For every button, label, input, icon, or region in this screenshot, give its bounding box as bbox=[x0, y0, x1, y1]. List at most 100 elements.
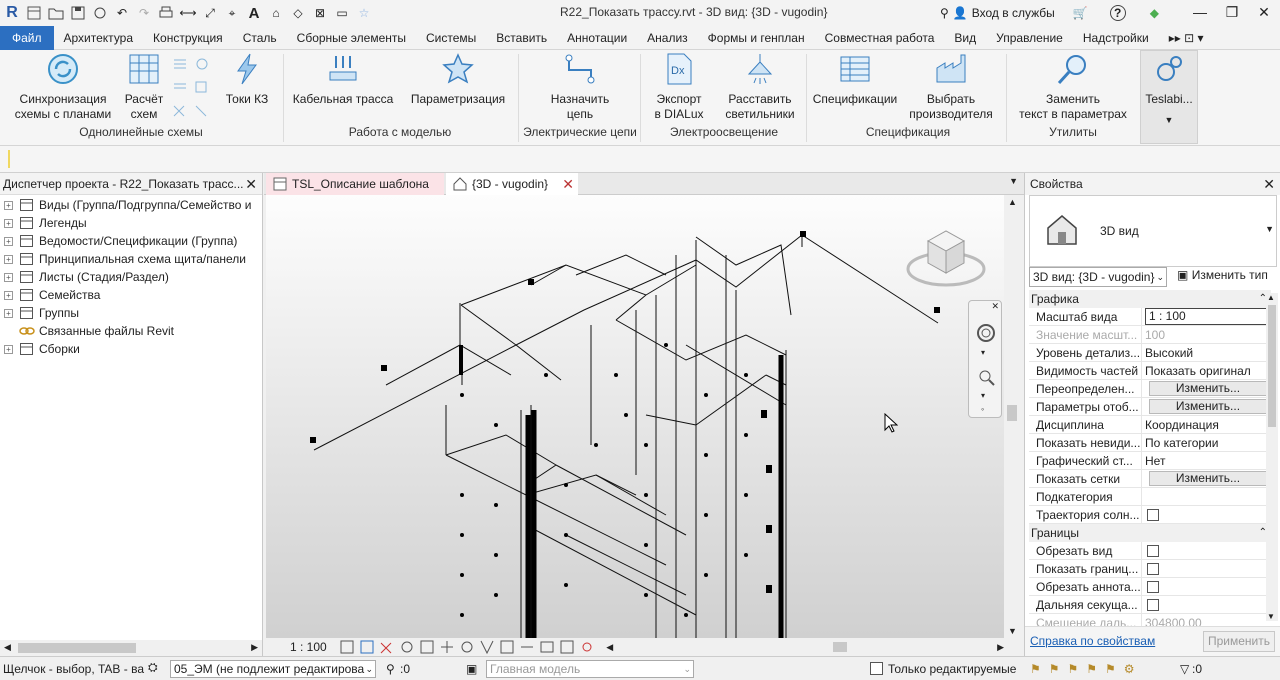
property-value[interactable]: По категории bbox=[1141, 434, 1271, 452]
panel-expand-icon[interactable]: ▼ bbox=[1142, 113, 1196, 128]
property-value[interactable] bbox=[1141, 488, 1271, 506]
close-icon[interactable]: ✕ bbox=[1263, 176, 1275, 193]
property-checkbox[interactable] bbox=[1147, 509, 1159, 521]
tab-ribbon-4[interactable]: Сборные элементы bbox=[287, 26, 416, 50]
close-hidden-icon[interactable]: ⊠ bbox=[312, 5, 328, 21]
viewbar-scroll-left-icon[interactable]: ◀ bbox=[606, 642, 613, 653]
tree-item[interactable]: + Группы bbox=[0, 304, 262, 322]
expand-icon[interactable]: + bbox=[4, 272, 13, 282]
apply-button[interactable]: Применить bbox=[1203, 631, 1275, 652]
tab-overflow-icon[interactable]: ▼ bbox=[1009, 176, 1018, 186]
view-scale[interactable]: 1 : 100 bbox=[266, 640, 339, 654]
worksets-icon[interactable]: ⛭ bbox=[148, 660, 158, 675]
tab-ribbon-7[interactable]: Аннотации bbox=[557, 26, 637, 50]
tab-ribbon-9[interactable]: Формы и генплан bbox=[698, 26, 815, 50]
tab-ribbon-12[interactable]: Управление bbox=[986, 26, 1073, 50]
sync-icon[interactable] bbox=[92, 5, 108, 21]
tab-ribbon-10[interactable]: Совместная работа bbox=[815, 26, 945, 50]
expand-icon[interactable]: + bbox=[4, 254, 13, 264]
revit-logo-icon[interactable]: R bbox=[4, 4, 20, 21]
tree-item[interactable]: + Сборки bbox=[0, 340, 262, 358]
zoom-dropdown-icon[interactable]: ▾ bbox=[981, 391, 985, 400]
specifications-button[interactable]: Спецификации bbox=[812, 52, 898, 107]
tab-ribbon-1[interactable]: Архитектура bbox=[54, 26, 144, 50]
view-control-icons[interactable] bbox=[339, 639, 600, 655]
property-checkbox[interactable] bbox=[1147, 581, 1159, 593]
properties-help-link[interactable]: Справка по свойствам bbox=[1030, 634, 1155, 648]
cart-icon[interactable]: 🛒 bbox=[1073, 6, 1088, 20]
tree-item[interactable]: + Принципиальная схема щита/панели bbox=[0, 250, 262, 268]
property-value[interactable]: Нет bbox=[1141, 452, 1271, 470]
parametrize-button[interactable]: Параметризация bbox=[410, 52, 506, 107]
tab-3d-view[interactable]: {3D - vugodin} ✕ bbox=[446, 173, 578, 195]
tree-item[interactable]: + Легенды bbox=[0, 214, 262, 232]
browser-hscrollbar[interactable]: ◀ ▶ bbox=[0, 640, 262, 656]
minimize-button[interactable]: — bbox=[1184, 0, 1216, 24]
selection-toggles-icons[interactable]: ⚑⚑⚑⚑⚑⚙ bbox=[1030, 662, 1143, 676]
tab-tsl-template[interactable]: TSL_Описание шаблона bbox=[266, 173, 444, 195]
tab-ribbon-6[interactable]: Вставить bbox=[486, 26, 557, 50]
editable-only-checkbox[interactable] bbox=[870, 662, 883, 675]
tag-icon[interactable]: ⌖ bbox=[224, 5, 240, 21]
expand-icon[interactable]: + bbox=[4, 218, 13, 228]
filter-icon[interactable]: ▽ bbox=[1180, 662, 1189, 676]
choose-manufacturer-button[interactable]: Выбрать производителя bbox=[908, 52, 994, 122]
close-window-button[interactable]: ✕ bbox=[1248, 0, 1280, 24]
ribbon-overflow-icon[interactable]: ▸▸ ⊡ ▾ bbox=[1159, 26, 1214, 50]
star-icon[interactable]: ☆ bbox=[356, 5, 372, 21]
expand-icon[interactable]: + bbox=[4, 200, 13, 210]
type-dropdown-icon[interactable]: ▼ bbox=[1265, 224, 1274, 234]
app-menu-icon[interactable] bbox=[26, 5, 42, 21]
sign-in-button[interactable]: ⚲ 👤 Вход в службы 🛒 ? ◆ bbox=[940, 5, 1159, 21]
help-button[interactable]: ? bbox=[1109, 5, 1126, 21]
cable-tray-button[interactable]: Кабельная трасса bbox=[292, 52, 394, 107]
assign-circuit-button[interactable]: Назначить цепь bbox=[548, 52, 612, 122]
group-bounds[interactable]: Границы ⌃ bbox=[1029, 524, 1271, 542]
close-tab-icon[interactable]: ✕ bbox=[562, 173, 574, 195]
print-icon[interactable] bbox=[158, 5, 174, 21]
steering-wheel-icon[interactable] bbox=[976, 323, 996, 343]
expand-icon[interactable]: + bbox=[4, 308, 13, 318]
tab-ribbon-2[interactable]: Конструкция bbox=[143, 26, 233, 50]
design-option-selector[interactable]: Главная модель ⌄ bbox=[486, 660, 694, 678]
close-icon[interactable]: ✕ bbox=[245, 176, 257, 193]
expand-icon[interactable]: + bbox=[4, 290, 13, 300]
selection-filter-icon[interactable]: ⚲ bbox=[386, 662, 395, 676]
tab-ribbon-13[interactable]: Надстройки bbox=[1073, 26, 1159, 50]
group-graphics[interactable]: Графика ⌃ bbox=[1029, 290, 1271, 308]
maximize-button[interactable]: ❐ bbox=[1216, 0, 1248, 24]
save-icon[interactable] bbox=[70, 5, 86, 21]
switch-windows-icon[interactable]: ▭ bbox=[334, 5, 350, 21]
workset-dropdown-icon[interactable]: ⌄ bbox=[365, 661, 373, 677]
tree-item[interactable]: Связанные файлы Revit bbox=[0, 322, 262, 340]
redo-icon[interactable]: ↷ bbox=[136, 5, 152, 21]
view-cube-icon[interactable] bbox=[906, 229, 994, 291]
property-value[interactable]: Координация bbox=[1141, 416, 1271, 434]
export-dialux-button[interactable]: Dx Экспорт в DIALux bbox=[650, 52, 708, 122]
zoom-icon[interactable] bbox=[976, 367, 996, 387]
open-icon[interactable] bbox=[48, 5, 64, 21]
sync-schemes-button[interactable]: Синхронизация схемы с планами bbox=[10, 52, 116, 122]
tree-item[interactable]: + Ведомости/Спецификации (Группа) bbox=[0, 232, 262, 250]
3d-view-icon[interactable]: ⌂ bbox=[268, 5, 284, 21]
3d-model-canvas[interactable]: ✕ ▾ ▾ ◦ bbox=[266, 195, 1004, 638]
property-checkbox[interactable] bbox=[1147, 545, 1159, 557]
canvas-vscrollbar[interactable]: ▲ ▼ bbox=[1004, 195, 1021, 638]
short-circuit-button[interactable]: Токи КЗ bbox=[222, 52, 272, 107]
text-icon[interactable]: A bbox=[246, 5, 262, 22]
instance-dropdown-icon[interactable]: ⌄ bbox=[1156, 268, 1164, 286]
nav-dropdown-icon[interactable]: ▾ bbox=[981, 348, 985, 357]
replace-text-button[interactable]: Заменить текст в параметрах bbox=[1016, 52, 1130, 122]
edit-property-button[interactable]: Изменить... bbox=[1149, 471, 1267, 486]
tab-ribbon-11[interactable]: Вид bbox=[944, 26, 986, 50]
tab-ribbon-8[interactable]: Анализ bbox=[637, 26, 698, 50]
expand-icon[interactable]: + bbox=[4, 236, 13, 246]
place-lights-button[interactable]: Расставить светильники bbox=[722, 52, 798, 122]
tree-item[interactable]: + Семейства bbox=[0, 286, 262, 304]
instance-selector[interactable]: 3D вид: {3D - vugodin} ⌄ bbox=[1029, 267, 1167, 287]
tab-ribbon-5[interactable]: Системы bbox=[416, 26, 486, 50]
dimension-icon[interactable]: ⤢ bbox=[202, 5, 218, 21]
teslabim-button[interactable]: Teslabi... ▼ bbox=[1142, 52, 1196, 128]
close-nav-icon[interactable]: ✕ bbox=[991, 301, 999, 312]
property-checkbox[interactable] bbox=[1147, 599, 1159, 611]
